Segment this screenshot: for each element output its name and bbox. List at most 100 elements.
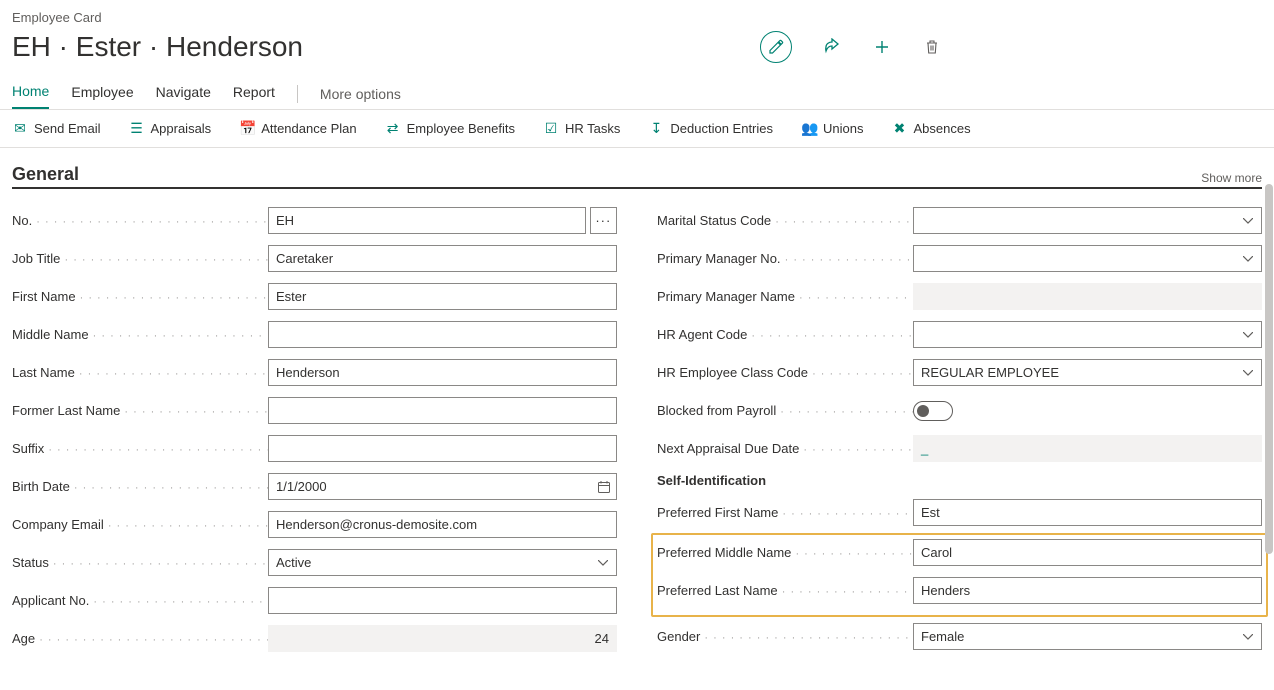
action-appraisals[interactable]: ☰ Appraisals — [128, 120, 211, 137]
action-label: Deduction Entries — [670, 121, 773, 136]
label-blocked-from-payroll: Blocked from Payroll — [657, 403, 913, 418]
list-icon: ☰ — [128, 120, 144, 137]
select-marital-status[interactable] — [913, 207, 1262, 234]
action-hr-tasks[interactable]: ☑ HR Tasks — [543, 120, 620, 137]
share-icon — [823, 38, 841, 56]
show-more-link[interactable]: Show more — [1201, 171, 1262, 185]
tab-report[interactable]: Report — [233, 80, 275, 108]
label-age: Age — [12, 631, 268, 646]
more-options[interactable]: More options — [320, 86, 401, 102]
label-first-name: First Name — [12, 289, 268, 304]
toggle-knob — [917, 405, 929, 417]
input-former-last-name[interactable] — [268, 397, 617, 424]
share-button[interactable] — [822, 37, 842, 57]
tab-home[interactable]: Home — [12, 79, 49, 109]
action-label: Absences — [913, 121, 970, 136]
tab-divider — [297, 85, 298, 103]
input-pref-first-name[interactable] — [913, 499, 1262, 526]
action-label: Attendance Plan — [261, 121, 356, 136]
header-actions — [760, 31, 1262, 63]
label-hr-agent-code: HR Agent Code — [657, 327, 913, 342]
trash-icon — [924, 39, 940, 55]
page-title: EH · Ester · Henderson — [12, 31, 303, 63]
action-bar: ✉ Send Email ☰ Appraisals 📅 Attendance P… — [0, 109, 1274, 148]
readonly-age: 24 — [268, 625, 617, 652]
input-applicant-no[interactable] — [268, 587, 617, 614]
input-no[interactable] — [268, 207, 586, 234]
label-hr-employee-class: HR Employee Class Code — [657, 365, 913, 380]
input-job-title[interactable] — [268, 245, 617, 272]
section-header: General Show more — [12, 164, 1262, 189]
action-deduction-entries[interactable]: ↧ Deduction Entries — [648, 120, 773, 137]
label-former-last-name: Former Last Name — [12, 403, 268, 418]
form-col-right: Marital Status Code Primary Manager No. … — [657, 207, 1262, 663]
label-pref-middle-name: Preferred Middle Name — [657, 545, 913, 560]
label-pref-last-name: Preferred Last Name — [657, 583, 913, 598]
label-marital-status: Marital Status Code — [657, 213, 913, 228]
input-middle-name[interactable] — [268, 321, 617, 348]
absence-icon: ✖ — [891, 120, 907, 137]
input-birth-date[interactable] — [268, 473, 617, 500]
select-gender[interactable]: Female — [913, 623, 1262, 650]
action-absences[interactable]: ✖ Absences — [891, 120, 970, 137]
label-pref-first-name: Preferred First Name — [657, 505, 913, 520]
edit-button[interactable] — [760, 31, 792, 63]
select-hr-agent-code[interactable] — [913, 321, 1262, 348]
new-button[interactable] — [872, 37, 892, 57]
action-label: Unions — [823, 121, 863, 136]
label-no: No. — [12, 213, 268, 228]
label-suffix: Suffix — [12, 441, 268, 456]
select-primary-manager-no[interactable] — [913, 245, 1262, 272]
people-icon: 👥 — [801, 120, 817, 137]
label-applicant-no: Applicant No. — [12, 593, 268, 608]
action-label: Send Email — [34, 121, 100, 136]
action-attendance-plan[interactable]: 📅 Attendance Plan — [239, 120, 356, 137]
tab-employee[interactable]: Employee — [71, 80, 133, 108]
label-primary-manager-no: Primary Manager No. — [657, 251, 913, 266]
label-gender: Gender — [657, 629, 913, 644]
checklist-icon: ☑ — [543, 120, 559, 137]
benefits-icon: ⇄ — [385, 120, 401, 137]
input-first-name[interactable] — [268, 283, 617, 310]
tab-navigate[interactable]: Navigate — [156, 80, 211, 108]
input-pref-middle-name[interactable] — [913, 539, 1262, 566]
label-last-name: Last Name — [12, 365, 268, 380]
scrollbar[interactable] — [1264, 184, 1274, 554]
readonly-primary-manager-name — [913, 283, 1262, 310]
label-middle-name: Middle Name — [12, 327, 268, 342]
select-hr-employee-class[interactable]: REGULAR EMPLOYEE — [913, 359, 1262, 386]
label-next-appraisal-due: Next Appraisal Due Date — [657, 441, 913, 456]
input-pref-last-name[interactable] — [913, 577, 1262, 604]
select-status[interactable]: Active — [268, 549, 617, 576]
tab-bar: Home Employee Navigate Report More optio… — [0, 79, 1274, 109]
self-identification-heading: Self-Identification — [657, 473, 1262, 488]
action-label: Appraisals — [150, 121, 211, 136]
deduction-icon: ↧ — [648, 120, 664, 137]
label-status: Status — [12, 555, 268, 570]
input-suffix[interactable] — [268, 435, 617, 462]
action-employee-benefits[interactable]: ⇄ Employee Benefits — [385, 120, 515, 137]
pencil-icon — [768, 39, 784, 55]
calendar-user-icon: 📅 — [239, 120, 255, 137]
label-job-title: Job Title — [12, 251, 268, 266]
action-unions[interactable]: 👥 Unions — [801, 120, 863, 137]
envelope-icon: ✉ — [12, 120, 28, 137]
form-col-left: No. ··· Job Title First Name Middle Name… — [12, 207, 617, 663]
lookup-no-button[interactable]: ··· — [590, 207, 617, 234]
input-company-email[interactable] — [268, 511, 617, 538]
plus-icon — [874, 39, 890, 55]
label-primary-manager-name: Primary Manager Name — [657, 289, 913, 304]
label-birth-date: Birth Date — [12, 479, 268, 494]
toggle-blocked-from-payroll[interactable] — [913, 401, 953, 421]
label-company-email: Company Email — [12, 517, 268, 532]
scrollbar-thumb[interactable] — [1265, 184, 1273, 554]
action-send-email[interactable]: ✉ Send Email — [12, 120, 100, 137]
breadcrumb: Employee Card — [12, 10, 1262, 25]
input-last-name[interactable] — [268, 359, 617, 386]
delete-button[interactable] — [922, 37, 942, 57]
readonly-next-appraisal-due: _ — [913, 435, 1262, 462]
action-label: Employee Benefits — [407, 121, 515, 136]
highlighted-fields: Preferred Middle Name Preferred Last Nam… — [651, 533, 1268, 617]
action-label: HR Tasks — [565, 121, 620, 136]
section-title: General — [12, 164, 79, 185]
